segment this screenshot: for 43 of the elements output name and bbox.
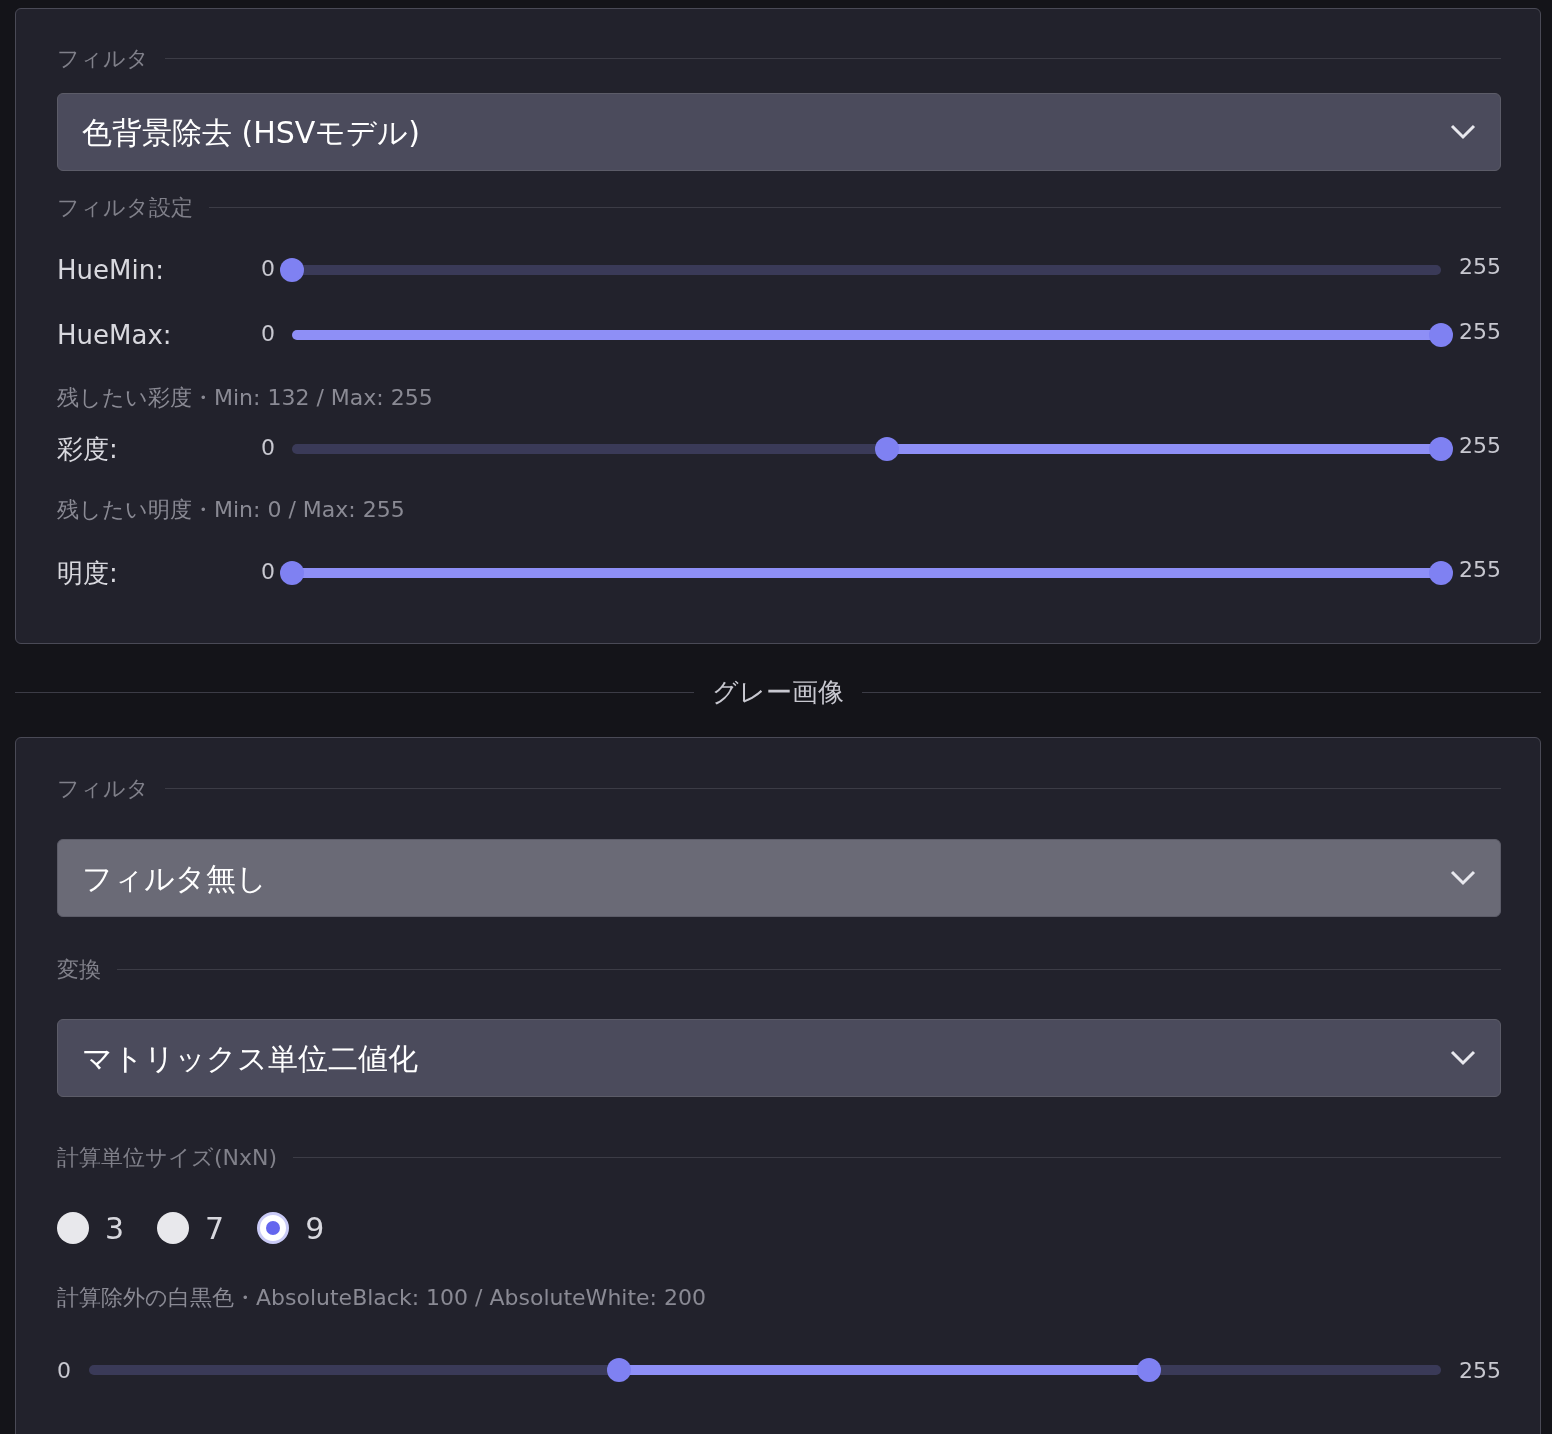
- slider-min: 0: [57, 1356, 72, 1385]
- slider-thumb[interactable]: [606, 1358, 631, 1382]
- section-legend: フィルタ設定: [57, 190, 193, 224]
- radio-button[interactable]: [257, 1212, 290, 1244]
- slider-thumb[interactable]: [875, 437, 900, 461]
- section-legend: フィルタ: [57, 771, 149, 805]
- slider-thumb[interactable]: [1429, 561, 1453, 585]
- section-divider-label: グレー画像: [712, 675, 844, 709]
- slider-caption: 残したい彩度・Min: 132 / Max: 255: [57, 383, 433, 412]
- slider-caption: 計算除外の白黒色・AbsoluteBlack: 100 / AbsoluteWhite: 200: [57, 1283, 706, 1312]
- slider-thumb[interactable]: [1429, 437, 1453, 461]
- select-dropdown[interactable]: フィルタ無し: [57, 839, 1501, 917]
- slider-max: 255: [1458, 1356, 1501, 1385]
- section-legend: 計算単位サイズ(NxN): [57, 1140, 278, 1174]
- slider-label: HueMin:: [57, 253, 165, 287]
- slider-label: HueMax:: [57, 318, 173, 352]
- slider-label: 彩度:: [57, 432, 119, 466]
- slider-max: 255: [1458, 432, 1501, 460]
- chevron-down-icon: [1450, 870, 1476, 886]
- section-legend: フィルタ: [57, 41, 149, 75]
- section-legend: 変換: [57, 952, 101, 986]
- chevron-down-icon: [1450, 124, 1476, 140]
- select-dropdown[interactable]: 色背景除去 (HSVモデル): [57, 93, 1501, 171]
- radio-button[interactable]: [157, 1212, 190, 1244]
- radio-label: 9: [305, 1209, 325, 1248]
- slider-thumb[interactable]: [280, 258, 304, 282]
- slider-label: 明度:: [57, 556, 119, 590]
- slider-max: 255: [1458, 253, 1501, 281]
- slider-caption: 残したい明度・Min: 0 / Max: 255: [57, 495, 405, 524]
- radio-button[interactable]: [57, 1212, 89, 1244]
- slider-max: 255: [1458, 318, 1501, 346]
- radio-label: 7: [205, 1209, 225, 1248]
- slider-thumb[interactable]: [1136, 1358, 1161, 1382]
- chevron-down-icon: [1450, 1050, 1476, 1066]
- radio-label: 3: [105, 1209, 125, 1248]
- slider-thumb[interactable]: [280, 561, 304, 585]
- slider-min: 0: [261, 558, 276, 586]
- slider-min: 0: [261, 320, 276, 348]
- slider-min: 0: [261, 434, 276, 462]
- slider-min: 0: [261, 255, 276, 283]
- slider-max: 255: [1458, 556, 1501, 584]
- slider-thumb[interactable]: [1429, 323, 1453, 347]
- select-dropdown[interactable]: マトリックス単位二値化: [57, 1019, 1501, 1097]
